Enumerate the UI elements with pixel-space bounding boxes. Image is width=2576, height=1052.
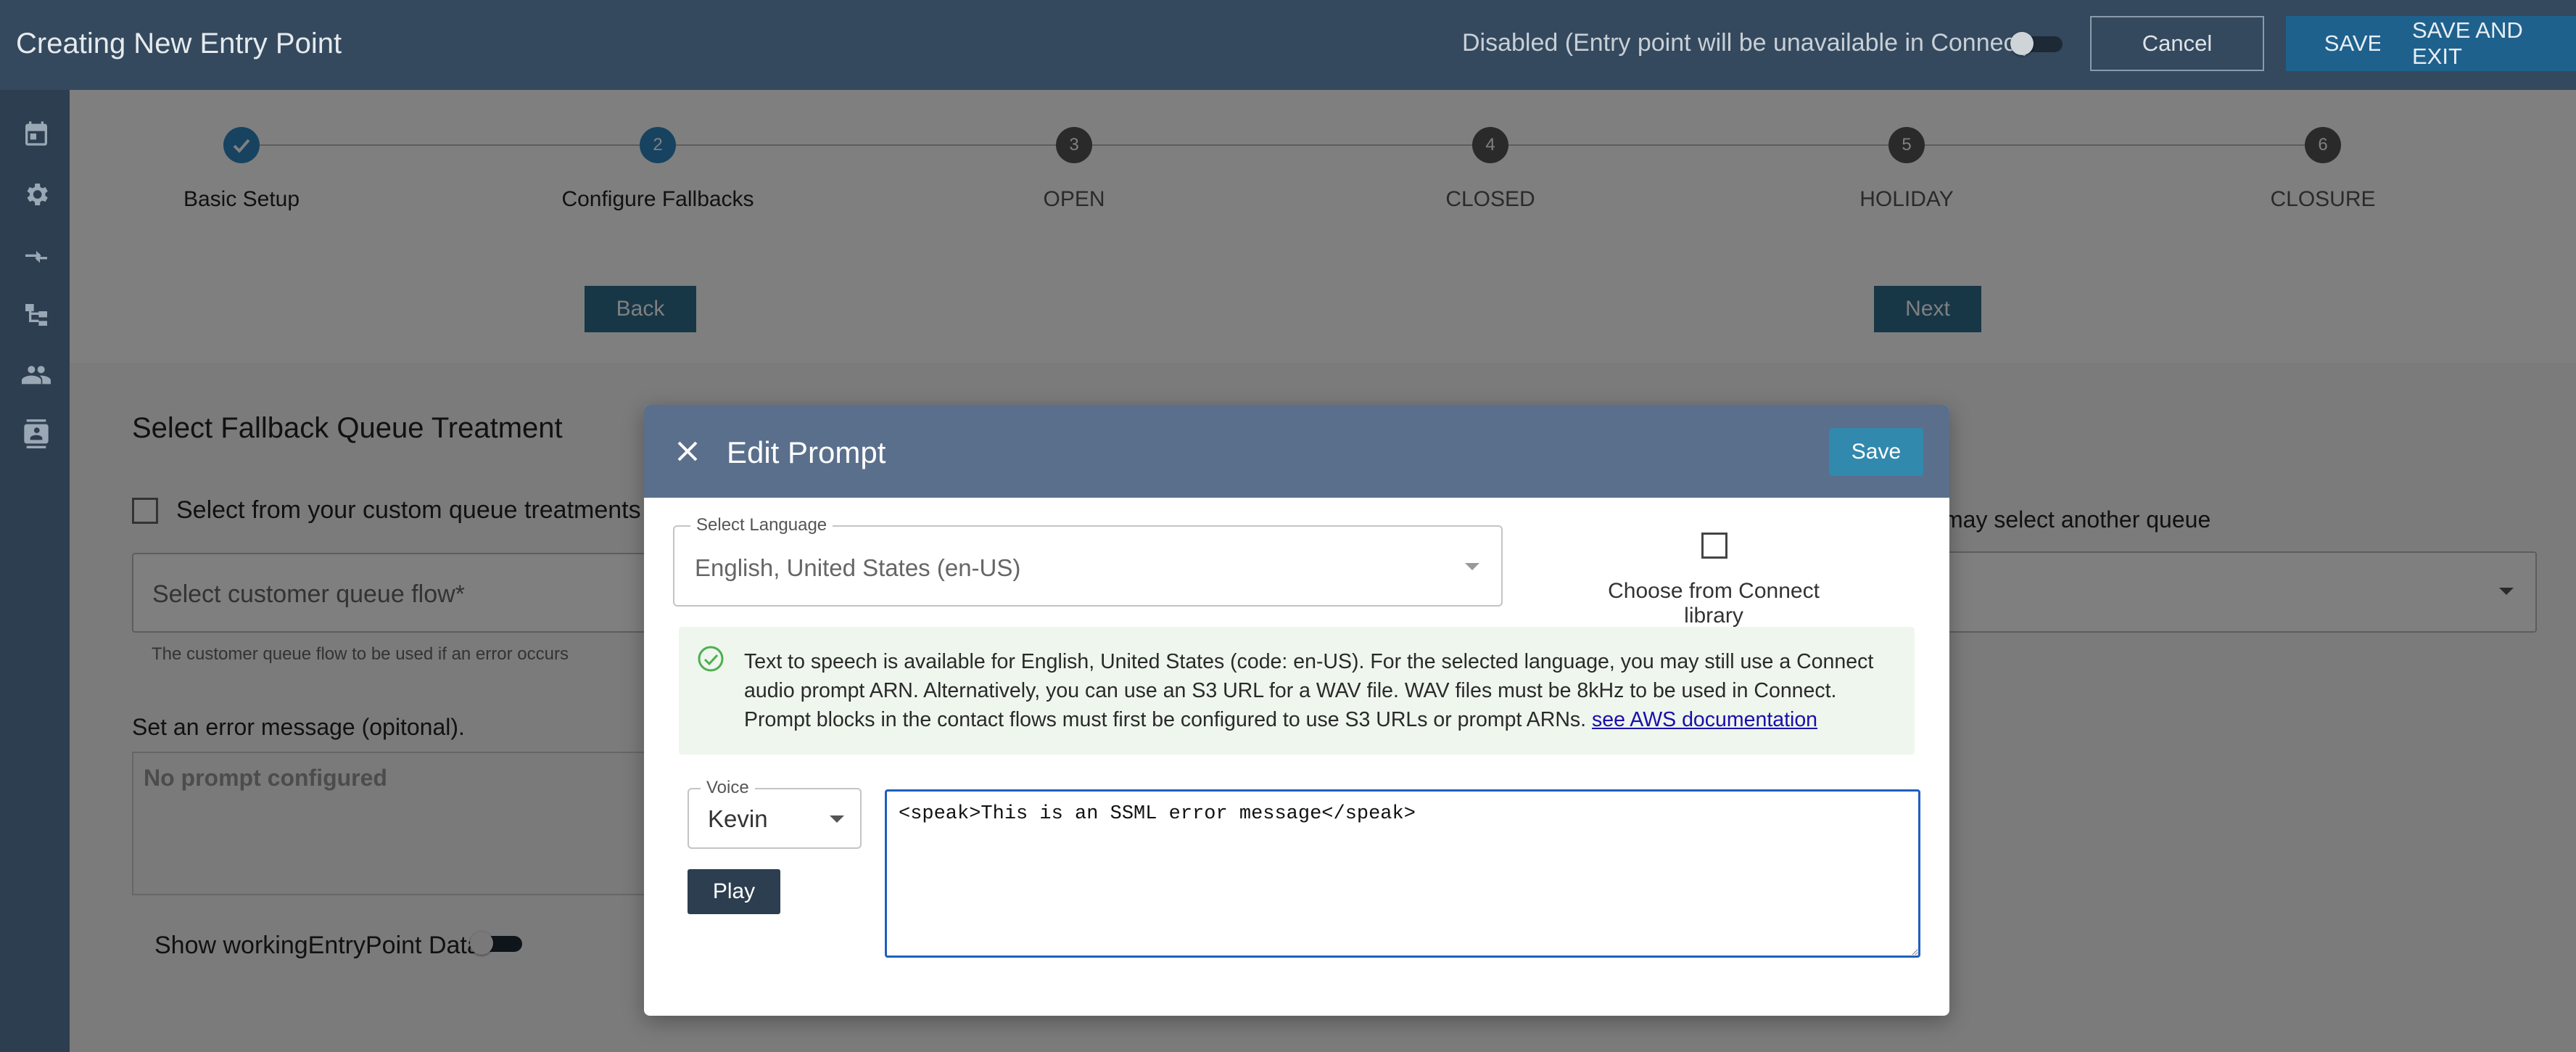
dialog-title: Edit Prompt bbox=[727, 435, 886, 469]
top-bar: Creating New Entry Point Disabled (Entry… bbox=[0, 0, 2576, 90]
section-title: Select Fallback Queue Treatment bbox=[132, 412, 563, 444]
dialog-header: Edit Prompt Save bbox=[644, 405, 1949, 498]
step-2-label: Configure Fallbacks bbox=[561, 187, 754, 211]
save-and-exit-button[interactable]: SAVE AND EXIT bbox=[2380, 16, 2576, 71]
language-select[interactable]: Select Language English, United States (… bbox=[673, 515, 1503, 607]
step-6-number[interactable]: 6 bbox=[2305, 127, 2341, 163]
dialog-save-button[interactable]: Save bbox=[1829, 428, 1923, 476]
queue-flow-label: Select customer queue flow* bbox=[152, 580, 465, 608]
step-1-complete-icon[interactable] bbox=[223, 127, 260, 163]
check-circle-icon bbox=[698, 646, 724, 672]
language-select-value: English, United States (en-US) bbox=[695, 554, 1021, 581]
error-message-prompt[interactable]: No prompt configured bbox=[132, 752, 683, 895]
gear-icon[interactable] bbox=[22, 180, 51, 209]
calendar-icon[interactable] bbox=[22, 119, 51, 148]
chevron-down-icon bbox=[1465, 563, 1479, 570]
step-4-number[interactable]: 4 bbox=[1472, 127, 1508, 163]
queue-flow-helper-text: The customer queue flow to be used if an… bbox=[152, 644, 569, 664]
custom-queue-checkbox-label: Select from your custom queue treatments bbox=[176, 496, 641, 524]
step-2-number[interactable]: 2 bbox=[640, 127, 676, 163]
step-6-label: CLOSURE bbox=[2270, 187, 2376, 211]
step-3-number[interactable]: 3 bbox=[1056, 127, 1092, 163]
queue-flow-select[interactable]: Select customer queue flow* bbox=[132, 553, 683, 633]
tts-info-text: Text to speech is available for English,… bbox=[744, 650, 1874, 731]
stepper-connector bbox=[1092, 144, 1477, 146]
show-data-toggle[interactable] bbox=[470, 932, 525, 955]
custom-queue-checkbox[interactable] bbox=[132, 498, 158, 524]
show-data-label: Show workingEntryPoint Data bbox=[154, 932, 481, 959]
sidebar bbox=[0, 90, 70, 1052]
voice-select-value: Kevin bbox=[708, 805, 768, 832]
page-title: Creating New Entry Point bbox=[16, 28, 342, 59]
cancel-button[interactable]: Cancel bbox=[2090, 16, 2264, 71]
step-4-label: CLOSED bbox=[1445, 187, 1535, 211]
error-message-label: Set an error message (opitonal). bbox=[132, 714, 465, 740]
error-message-placeholder: No prompt configured bbox=[144, 765, 387, 791]
stepper-connector bbox=[1508, 144, 1893, 146]
close-icon[interactable] bbox=[673, 437, 702, 466]
play-button[interactable]: Play bbox=[688, 869, 780, 914]
connect-library-checkbox[interactable] bbox=[1701, 533, 1727, 559]
stepper-connector bbox=[676, 144, 1060, 146]
aws-documentation-link[interactable]: see AWS documentation bbox=[1592, 708, 1817, 731]
voice-select[interactable]: Voice Kevin bbox=[688, 778, 862, 849]
voice-select-label: Voice bbox=[701, 778, 755, 798]
chevron-down-icon bbox=[2499, 588, 2514, 595]
language-select-label: Select Language bbox=[690, 515, 833, 535]
step-1-label: Basic Setup bbox=[183, 187, 300, 211]
chevron-down-icon bbox=[830, 815, 844, 823]
tts-info-alert: Text to speech is available for English,… bbox=[679, 627, 1915, 755]
step-5-label: HOLIDAY bbox=[1859, 187, 1954, 211]
flow-icon[interactable] bbox=[22, 300, 51, 329]
enabled-toggle[interactable] bbox=[2010, 32, 2065, 55]
edit-prompt-dialog: Edit Prompt Save Select Language English… bbox=[644, 405, 1949, 1016]
stepper-connector bbox=[1925, 144, 2309, 146]
step-5-number[interactable]: 5 bbox=[1888, 127, 1925, 163]
transfer-icon[interactable] bbox=[22, 242, 51, 271]
contacts-icon[interactable] bbox=[22, 419, 51, 448]
enabled-status-text: Disabled (Entry point will be unavailabl… bbox=[1462, 29, 2031, 57]
connect-library-label: Choose from Connect library bbox=[1608, 579, 1820, 628]
users-icon[interactable] bbox=[22, 360, 51, 389]
step-3-label: OPEN bbox=[1043, 187, 1105, 211]
another-queue-select[interactable] bbox=[1944, 551, 2537, 633]
ssml-text-input[interactable]: <speak>This is an SSML error message</sp… bbox=[885, 789, 1920, 958]
back-button[interactable]: Back bbox=[585, 286, 696, 332]
next-button[interactable]: Next bbox=[1874, 286, 1981, 332]
another-queue-label: may select another queue bbox=[1944, 506, 2211, 533]
stepper-connector bbox=[260, 144, 644, 146]
